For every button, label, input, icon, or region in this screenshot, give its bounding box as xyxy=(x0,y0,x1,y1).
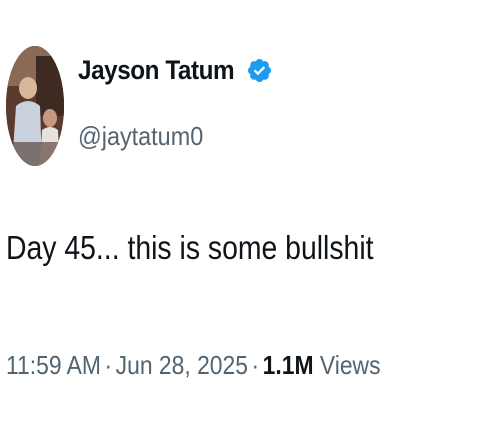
tweet-date[interactable]: Jun 28, 2025 xyxy=(116,350,248,380)
verified-badge-icon[interactable] xyxy=(246,57,273,84)
author-handle[interactable]: @jaytatum0 xyxy=(78,121,203,152)
tweet-time[interactable]: 11:59 AM xyxy=(6,350,101,380)
author-display-name[interactable]: Jayson Tatum xyxy=(78,55,235,86)
profile-photo-icon xyxy=(6,46,64,166)
tweet-card: Jayson Tatum @jaytatum0 Day 45... this i… xyxy=(0,0,500,440)
tweet-text: Day 45... this is some bullshit xyxy=(6,229,374,266)
avatar[interactable] xyxy=(6,46,64,166)
views-count[interactable]: 1.1M xyxy=(263,350,314,380)
tweet-meta: 11:59 AM · Jun 28, 2025 · 1.1M Views xyxy=(6,350,381,381)
meta-separator: · xyxy=(251,350,260,380)
views-label: Views xyxy=(319,350,381,380)
meta-separator: · xyxy=(104,350,113,380)
author-name-row: Jayson Tatum xyxy=(78,55,273,86)
